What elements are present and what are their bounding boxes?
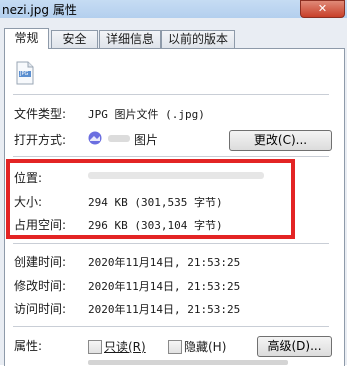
accessed-value: 2020年11月14日, 21:53:25 [88,303,241,316]
attributes-label: 属性: [14,339,43,353]
modified-label: 修改时间: [14,279,67,293]
tab-details[interactable]: 详细信息 [99,30,161,48]
hidden-checkbox[interactable] [168,340,182,354]
close-icon: ✕ [317,2,328,15]
location-label: 位置: [14,171,43,185]
change-button[interactable]: 更改(C)... [229,130,332,151]
tab-previous-versions[interactable]: 以前的版本 [161,30,235,48]
advanced-button[interactable]: 高级(D)... [257,336,332,357]
window-title: nezi.jpg 属性 [2,3,77,17]
hidden-label[interactable]: 隐藏(H) [184,338,226,355]
created-value: 2020年11月14日, 21:53:25 [88,256,241,269]
close-button[interactable]: ✕ [300,0,345,18]
cut-off-text-row [88,360,288,365]
divider [13,156,329,157]
size-value: 294 KB (301,535 字节) [88,196,223,209]
divider [13,243,329,244]
accessed-label: 访问时间: [14,302,67,316]
jpg-file-icon: JPG [14,61,36,85]
photos-app-icon [88,131,102,145]
readonly-label[interactable]: 只读(R) [104,338,146,355]
tab-security[interactable]: 安全 [51,30,98,48]
redacted-location-value[interactable] [88,172,264,179]
created-label: 创建时间: [14,255,67,269]
tab-general[interactable]: 常规 [4,28,49,49]
divider [13,326,329,327]
size-on-disk-label: 占用空间: [14,218,67,232]
redacted-app-name [108,135,130,142]
jpg-file-icon-label: JPG [20,71,29,77]
file-type-label: 文件类型: [14,107,67,121]
readonly-checkbox[interactable] [88,340,102,354]
title-bar: nezi.jpg 属性 ✕ [0,0,347,18]
opens-with-value: 图片 [134,133,159,147]
file-type-value: JPG 图片文件 (.jpg) [88,108,205,121]
modified-value: 2020年11月14日, 21:53:25 [88,280,241,293]
size-on-disk-value: 296 KB (303,104 字节) [88,219,223,232]
size-label: 大小: [14,195,43,209]
opens-with-label: 打开方式: [14,133,67,147]
divider [13,94,329,95]
